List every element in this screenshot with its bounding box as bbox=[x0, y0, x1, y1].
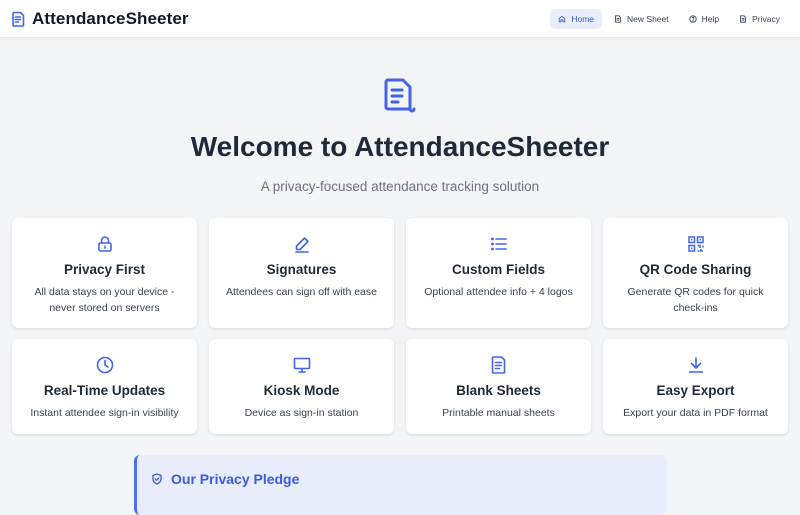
feature-description: Export your data in PDF format bbox=[603, 405, 788, 421]
nav-home-label: Home bbox=[571, 14, 594, 24]
main-nav: Home New Sheet Help Privacy bbox=[550, 9, 788, 29]
monitor-icon bbox=[292, 355, 312, 375]
pencil-icon bbox=[292, 234, 312, 254]
feature-description: All data stays on your device - never st… bbox=[12, 284, 197, 316]
feature-card-kiosk-mode: Kiosk Mode Device as sign-in station bbox=[209, 339, 394, 434]
feature-card-privacy-first: Privacy First All data stays on your dev… bbox=[12, 218, 197, 328]
feature-card-custom-fields: Custom Fields Optional attendee info + 4… bbox=[406, 218, 591, 328]
feature-card-easy-export: Easy Export Export your data in PDF form… bbox=[603, 339, 788, 434]
download-icon bbox=[686, 355, 706, 375]
feature-card-real-time-updates: Real-Time Updates Instant attendee sign-… bbox=[12, 339, 197, 434]
feature-title: Easy Export bbox=[603, 383, 788, 398]
document-icon bbox=[739, 15, 747, 23]
feature-title: Real-Time Updates bbox=[12, 383, 197, 398]
feature-description: Printable manual sheets bbox=[406, 405, 591, 421]
feature-grid: Privacy First All data stays on your dev… bbox=[12, 218, 792, 434]
document-icon bbox=[489, 355, 509, 375]
feature-description: Generate QR codes for quick check-ins bbox=[603, 284, 788, 316]
feature-card-blank-sheets: Blank Sheets Printable manual sheets bbox=[406, 339, 591, 434]
help-circle-icon bbox=[689, 15, 697, 23]
nav-new-sheet-label: New Sheet bbox=[627, 14, 669, 24]
feature-description: Optional attendee info + 4 logos bbox=[406, 284, 591, 300]
list-icon bbox=[489, 234, 509, 254]
feature-title: Signatures bbox=[209, 262, 394, 277]
qr-code-icon bbox=[686, 234, 706, 254]
nav-home[interactable]: Home bbox=[550, 9, 602, 29]
feature-title: QR Code Sharing bbox=[603, 262, 788, 277]
feature-card-qr-code-sharing: QR Code Sharing Generate QR codes for qu… bbox=[603, 218, 788, 328]
home-icon bbox=[558, 15, 566, 23]
feature-title: Blank Sheets bbox=[406, 383, 591, 398]
app-name: AttendanceSheeter bbox=[32, 9, 189, 29]
document-icon bbox=[382, 77, 418, 113]
top-bar: AttendanceSheeter Home New Sheet Help Pr… bbox=[0, 0, 800, 38]
feature-description: Attendees can sign off with ease bbox=[209, 284, 394, 300]
document-icon bbox=[12, 11, 26, 27]
page-title: Welcome to AttendanceSheeter bbox=[0, 131, 800, 163]
shield-check-icon bbox=[151, 473, 163, 485]
feature-description: Device as sign-in station bbox=[209, 405, 394, 421]
nav-new-sheet[interactable]: New Sheet bbox=[606, 9, 677, 29]
brand[interactable]: AttendanceSheeter bbox=[12, 8, 189, 30]
feature-card-signatures: Signatures Attendees can sign off with e… bbox=[209, 218, 394, 328]
privacy-pledge-header: Our Privacy Pledge bbox=[151, 471, 299, 487]
feature-title: Kiosk Mode bbox=[209, 383, 394, 398]
nav-help-label: Help bbox=[702, 14, 719, 24]
nav-help[interactable]: Help bbox=[681, 9, 727, 29]
feature-description: Instant attendee sign-in visibility bbox=[12, 405, 197, 421]
document-icon bbox=[614, 15, 622, 23]
privacy-pledge-panel: Our Privacy Pledge bbox=[134, 455, 667, 515]
privacy-pledge-title: Our Privacy Pledge bbox=[171, 471, 299, 487]
feature-title: Privacy First bbox=[12, 262, 197, 277]
nav-privacy[interactable]: Privacy bbox=[731, 9, 788, 29]
lock-icon bbox=[95, 234, 115, 254]
nav-privacy-label: Privacy bbox=[752, 14, 780, 24]
clock-icon bbox=[95, 355, 115, 375]
page-subtitle: A privacy-focused attendance tracking so… bbox=[0, 179, 800, 194]
feature-title: Custom Fields bbox=[406, 262, 591, 277]
